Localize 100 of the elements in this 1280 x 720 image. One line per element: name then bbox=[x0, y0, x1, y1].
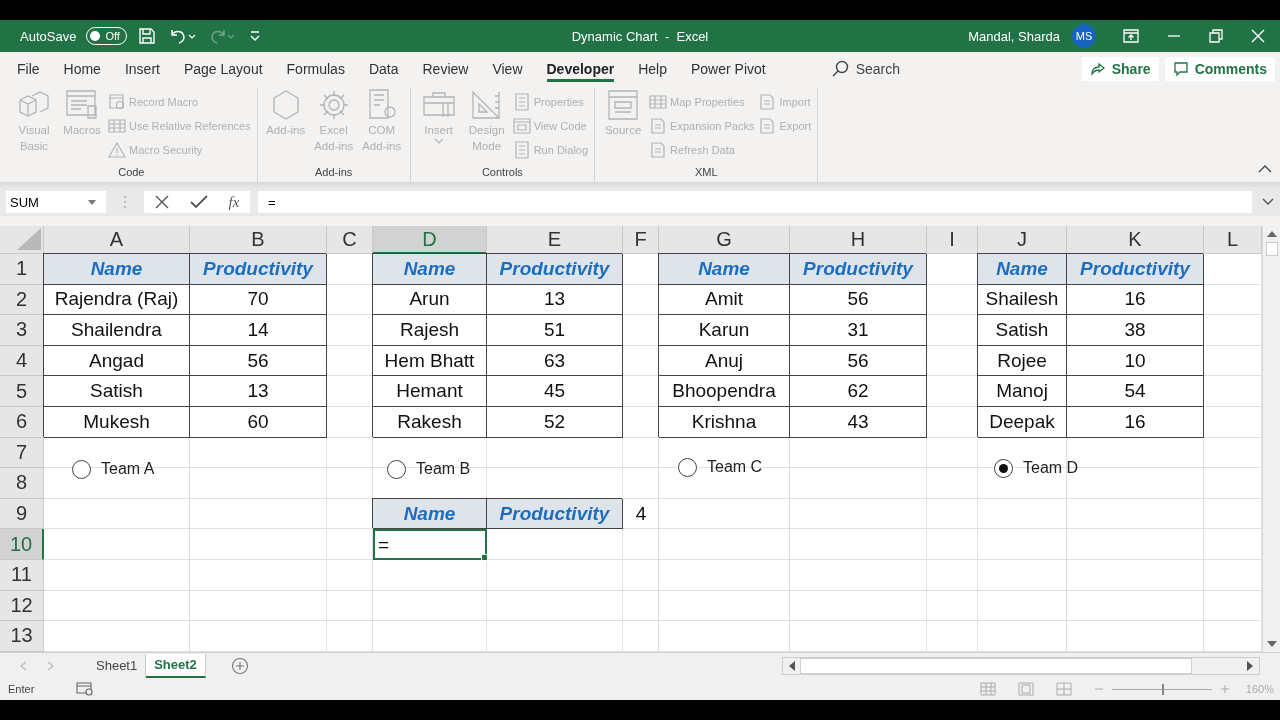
record-icon bbox=[108, 92, 126, 111]
table-cell: Shailendra bbox=[44, 315, 190, 346]
table-cell: Satish bbox=[44, 376, 190, 407]
column-header[interactable]: A bbox=[44, 226, 190, 254]
table-cell: Hemant bbox=[373, 376, 487, 407]
row-header[interactable]: 1 bbox=[0, 254, 44, 285]
add-sheet-icon[interactable] bbox=[230, 656, 249, 675]
table-header-cell: Productivity bbox=[190, 254, 327, 285]
table-cell: 60 bbox=[190, 406, 327, 438]
group-label: Code bbox=[117, 166, 146, 180]
ribbon-tab[interactable]: Data bbox=[368, 56, 399, 82]
table-cell: 16 bbox=[1067, 284, 1204, 316]
table-cell: 10 bbox=[1067, 345, 1204, 377]
ribbon-tab[interactable]: Page Layout bbox=[183, 56, 263, 82]
horizontal-scrollbar[interactable] bbox=[782, 656, 1260, 675]
scroll-thumb[interactable] bbox=[800, 657, 1192, 674]
scroll-right-icon[interactable] bbox=[1246, 660, 1254, 671]
ribbon-tab[interactable]: View bbox=[492, 56, 523, 82]
row-header[interactable]: 9 bbox=[0, 498, 44, 530]
ribbon-tab[interactable]: Home bbox=[63, 56, 101, 82]
table-cell: 56 bbox=[190, 345, 327, 377]
collapse-ribbon-icon[interactable] bbox=[1258, 164, 1272, 174]
column-header[interactable]: L bbox=[1204, 226, 1262, 254]
table-icon bbox=[649, 92, 668, 111]
macro-record-icon[interactable] bbox=[76, 682, 95, 696]
option-button[interactable]: Team A bbox=[72, 459, 155, 479]
table-cell: Krishna bbox=[659, 406, 790, 438]
sheet-tab[interactable]: Sheet2 bbox=[146, 653, 206, 678]
radio-button[interactable] bbox=[678, 457, 697, 477]
ribbon-tab[interactable]: Developer bbox=[546, 56, 615, 82]
option-button[interactable]: Team D bbox=[994, 458, 1079, 478]
table-cell: Rajendra (Raj) bbox=[44, 284, 190, 316]
row-header[interactable]: 13 bbox=[0, 621, 44, 652]
vertical-scrollbar[interactable] bbox=[1262, 226, 1280, 652]
expand-icon[interactable] bbox=[1262, 198, 1274, 206]
table-cell: Satish bbox=[978, 315, 1067, 346]
table-header-cell: Name bbox=[44, 254, 190, 285]
comments-button[interactable]: Comments bbox=[1164, 57, 1275, 81]
active-cell[interactable]: = bbox=[373, 529, 487, 560]
table-cell: 14 bbox=[190, 315, 327, 346]
save-icon[interactable] bbox=[136, 26, 157, 46]
column-header[interactable]: H bbox=[790, 226, 927, 254]
column-header[interactable]: D bbox=[373, 226, 487, 254]
avatar[interactable]: MS bbox=[1072, 24, 1096, 48]
grip-icon bbox=[122, 194, 128, 210]
column-header[interactable]: J bbox=[978, 226, 1067, 254]
row-header[interactable]: 10 bbox=[0, 529, 44, 560]
row-header[interactable]: 5 bbox=[0, 376, 44, 407]
table-cell: Rakesh bbox=[373, 406, 487, 438]
radio-button[interactable] bbox=[72, 459, 91, 479]
column-header[interactable]: G bbox=[659, 226, 790, 254]
radio-button[interactable] bbox=[387, 459, 406, 479]
scroll-up-icon[interactable] bbox=[1266, 230, 1277, 238]
restore-icon[interactable] bbox=[1208, 28, 1224, 44]
row-header[interactable]: 11 bbox=[0, 559, 44, 591]
scroll-down-icon[interactable] bbox=[1266, 640, 1277, 648]
ribbon-tab[interactable]: File bbox=[17, 56, 40, 82]
ribbon-tab[interactable]: Power Pivot bbox=[691, 56, 766, 82]
row-header[interactable]: 7 bbox=[0, 437, 44, 469]
ribbon-tab[interactable]: Review bbox=[422, 56, 469, 82]
radio-button[interactable] bbox=[994, 458, 1013, 478]
column-header[interactable]: C bbox=[327, 226, 373, 254]
ribbon-tab[interactable]: Formulas bbox=[286, 56, 345, 82]
row-header[interactable]: 4 bbox=[0, 345, 44, 377]
share-icon bbox=[1089, 61, 1106, 77]
insert-function-button[interactable]: fx bbox=[228, 193, 240, 211]
ribbon-display-icon[interactable] bbox=[1122, 28, 1140, 44]
row-header[interactable]: 3 bbox=[0, 315, 44, 346]
scroll-thumb[interactable] bbox=[1265, 242, 1278, 256]
table-cell: Bhoopendra bbox=[659, 376, 790, 407]
column-header[interactable]: K bbox=[1067, 226, 1204, 254]
scroll-left-icon[interactable] bbox=[788, 660, 796, 671]
autosave-label: AutoSave bbox=[20, 28, 77, 44]
option-button[interactable]: Team B bbox=[387, 459, 471, 479]
document-icon bbox=[758, 92, 777, 111]
name-box[interactable]: SUM bbox=[6, 191, 106, 213]
column-header[interactable]: E bbox=[487, 226, 623, 254]
list-icon bbox=[512, 92, 531, 111]
caret-icon[interactable] bbox=[88, 199, 96, 205]
search-field[interactable]: Search bbox=[853, 60, 938, 78]
document-icon bbox=[758, 116, 777, 135]
close-icon[interactable] bbox=[1250, 28, 1266, 44]
table-cell: Rojee bbox=[978, 345, 1067, 377]
table-cell: 70 bbox=[190, 284, 327, 316]
row-header[interactable]: 8 bbox=[0, 468, 44, 499]
table-header-cell: Productivity bbox=[790, 254, 927, 285]
formula-field[interactable]: = bbox=[258, 191, 1252, 213]
row-header[interactable]: 6 bbox=[0, 406, 44, 438]
ribbon-tab[interactable]: Help bbox=[638, 56, 667, 82]
table-header-cell: Productivity bbox=[487, 498, 623, 530]
row-header[interactable]: 2 bbox=[0, 284, 44, 316]
column-header[interactable]: F bbox=[623, 226, 659, 254]
share-button[interactable]: Share bbox=[1081, 57, 1159, 81]
column-header[interactable]: B bbox=[190, 226, 327, 254]
column-header[interactable]: I bbox=[927, 226, 978, 254]
cancel-icon[interactable] bbox=[154, 195, 169, 209]
row-header[interactable]: 12 bbox=[0, 590, 44, 622]
check-icon[interactable] bbox=[189, 195, 208, 209]
ribbon-tab[interactable]: Insert bbox=[124, 56, 160, 82]
option-button[interactable]: Team C bbox=[678, 457, 763, 477]
